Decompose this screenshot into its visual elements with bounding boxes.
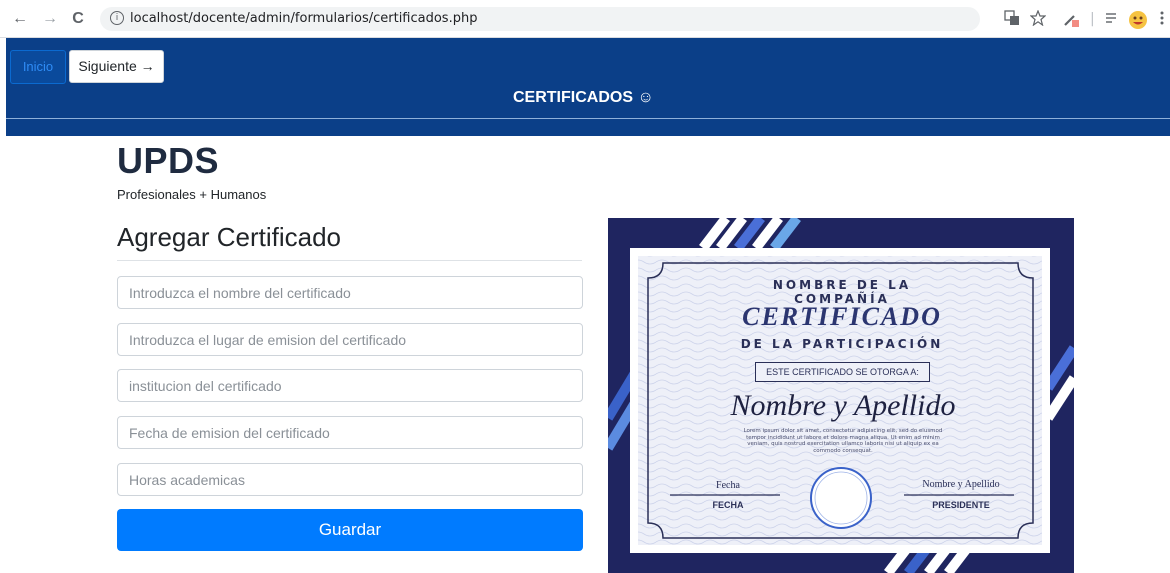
page-header xyxy=(6,38,1170,136)
certificate-title: CERTIFICADO xyxy=(742,302,942,331)
brand-name: UPDS xyxy=(117,140,220,181)
star-icon[interactable] xyxy=(1029,9,1047,31)
certificate-subtitle: DE LA PARTICIPACIÓN xyxy=(740,337,944,351)
url-text[interactable]: localhost/docente/admin/formularios/cert… xyxy=(130,11,477,26)
info-icon[interactable]: i xyxy=(110,11,124,25)
brand-tagline: Profesionales + Humanos xyxy=(117,187,267,202)
certificate-preview: NOMBRE DE LA COMPAÑÍA CERTIFICADO DE LA … xyxy=(608,218,1074,573)
header-divider xyxy=(6,118,1170,119)
translate-icon[interactable] xyxy=(1004,10,1020,31)
browser-toolbar: ← → C i localhost/docente/admin/formular… xyxy=(0,0,1170,38)
eyedropper-icon[interactable] xyxy=(1062,10,1080,33)
certificate-name-input[interactable] xyxy=(117,276,583,309)
reload-icon[interactable]: C xyxy=(68,9,88,29)
forward-arrow-icon[interactable]: → xyxy=(40,9,60,29)
next-button[interactable]: Siguiente → xyxy=(69,50,164,83)
back-arrow-icon[interactable]: ← xyxy=(10,9,30,29)
home-button[interactable]: Inicio xyxy=(10,50,66,84)
certificate-recipient: Nombre y Apellido xyxy=(730,389,956,422)
certificate-president-label: PRESIDENTE xyxy=(932,500,990,510)
certificate-place-input[interactable] xyxy=(117,323,583,356)
certificate-date-label: FECHA xyxy=(712,500,744,510)
institution-input[interactable] xyxy=(117,369,583,402)
reading-list-icon[interactable] xyxy=(1104,10,1120,31)
form-title: Agregar Certificado xyxy=(117,222,341,252)
save-button[interactable]: Guardar xyxy=(117,509,583,551)
issue-date-input[interactable] xyxy=(117,416,583,449)
certificate-president-signature: Nombre y Apellido xyxy=(922,479,1000,490)
address-bar[interactable]: i localhost/docente/admin/formularios/ce… xyxy=(100,7,980,31)
menu-dots-icon[interactable] xyxy=(1160,10,1164,31)
separator-icon: | xyxy=(1090,11,1095,27)
page-title: CERTIFICADOS ☺ xyxy=(513,89,654,106)
academic-hours-input[interactable] xyxy=(117,463,583,496)
form-divider xyxy=(117,260,582,261)
certificate-body: Lorem ipsum dolor sit amet, consectetur … xyxy=(743,428,943,454)
emoji-extension-icon[interactable] xyxy=(1128,10,1148,35)
certificate-date-signature: Fecha xyxy=(716,480,740,491)
certificate-awarded-box: ESTE CERTIFICADO SE OTORGA A: xyxy=(755,362,930,382)
